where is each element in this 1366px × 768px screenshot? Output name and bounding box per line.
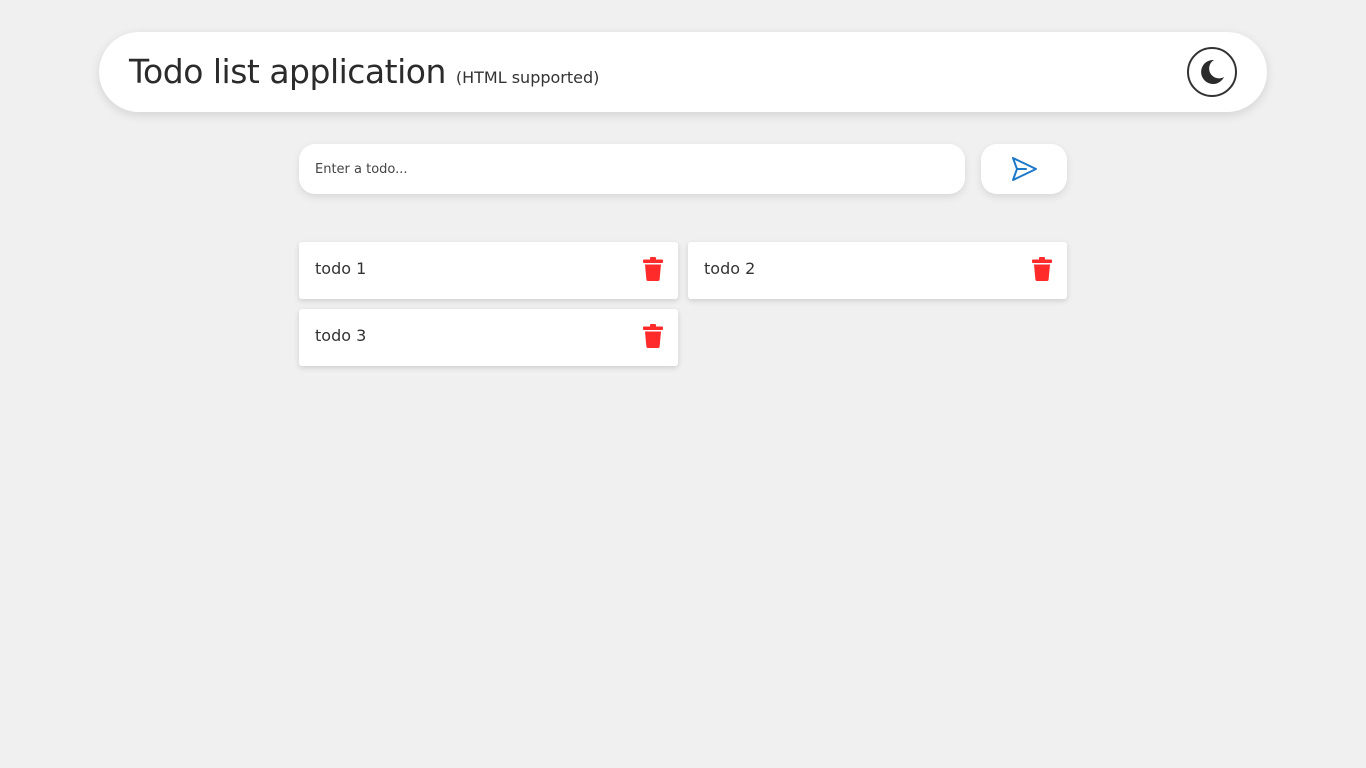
app-header: Todo list application (HTML supported) — [99, 32, 1267, 112]
page-subtitle: (HTML supported) — [455, 68, 600, 87]
todo-text: todo 3 — [315, 326, 367, 345]
trash-icon[interactable] — [1032, 257, 1052, 281]
todo-text: todo 2 — [704, 259, 756, 278]
todo-item: todo 1 — [299, 242, 678, 299]
theme-toggle-button[interactable] — [1187, 47, 1237, 97]
moon-icon — [1201, 59, 1224, 84]
todo-input[interactable] — [299, 144, 965, 194]
trash-icon[interactable] — [643, 257, 663, 281]
todo-item: todo 3 — [299, 309, 678, 366]
todo-text: todo 1 — [315, 259, 367, 278]
todo-item: todo 2 — [688, 242, 1067, 299]
trash-icon[interactable] — [643, 324, 663, 348]
send-icon — [1012, 157, 1037, 181]
send-button[interactable] — [981, 144, 1067, 194]
page-title: Todo list application — [129, 52, 446, 91]
title-group: Todo list application (HTML supported) — [129, 52, 599, 91]
